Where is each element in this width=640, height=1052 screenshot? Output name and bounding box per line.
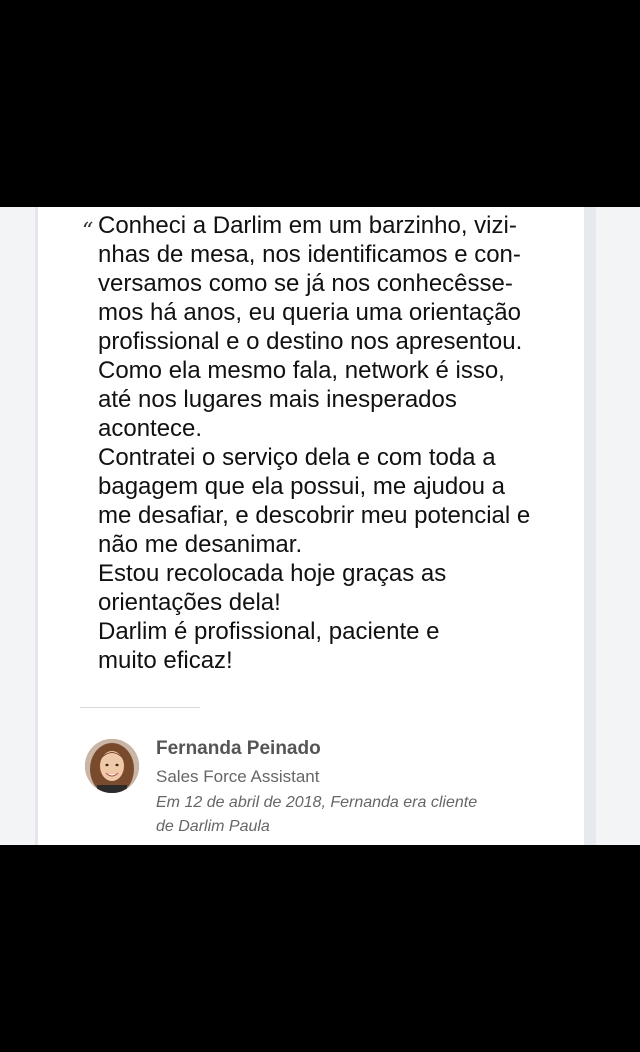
right-page-margin [584,207,640,845]
recommendation-card: “ Conheci a Darlim em um barzinho, vizi-… [38,207,584,845]
text-line: Conheci a Darlim em um barzinho, vizi- [98,212,517,239]
text-line: nhas de mesa, nos identificamos e con- [98,241,521,268]
text-line: Estou recolocada hoje graças as [98,560,447,587]
text-line: Contratei o serviço dela e com toda a [98,444,496,471]
quote-mark-icon: “ [82,219,94,244]
text-line: não me desanimar. [98,531,303,558]
text-line: profissional e o destino nos apresentou. [98,328,523,355]
text-line: muito eficaz! [98,647,233,674]
text-line: mos há anos, eu queria uma orientação [98,299,521,326]
photo-frame: “ Conheci a Darlim em um barzinho, vizi-… [0,0,640,1052]
top-black-border [0,0,640,207]
bottom-black-border [0,845,640,1052]
text-line: versamos como se já nos conhecêsse- [98,270,513,297]
text-line: acontece. [98,415,203,442]
note-line: de Darlim Paula [156,818,270,835]
text-line: bagagem que ela possui, me ajudou a [98,473,505,500]
text-line: me desafiar, e descobrir meu potencial e [98,502,531,529]
relationship-note: Em 12 de abril de 2018, Fernanda era cli… [156,791,556,839]
text-line: Darlim é profissional, paciente e [98,618,440,645]
note-line: Em 12 de abril de 2018, Fernanda era cli… [156,794,478,811]
text-line: orientações dela! [98,589,281,616]
author-role: Sales Force Assistant [156,767,320,786]
recommendation-text: Conheci a Darlim em um barzinho, vizi- n… [98,211,568,675]
author-name[interactable]: Fernanda Peinado [156,738,321,760]
recommendation-screenshot: “ Conheci a Darlim em um barzinho, vizi-… [0,207,640,845]
left-page-margin [0,207,38,845]
divider [80,707,200,708]
text-line: Como ela mesmo fala, network é isso, [98,357,505,384]
text-line: até nos lugares mais inesperados [98,386,457,413]
avatar[interactable] [85,739,139,793]
profile-photo-icon [85,739,139,793]
